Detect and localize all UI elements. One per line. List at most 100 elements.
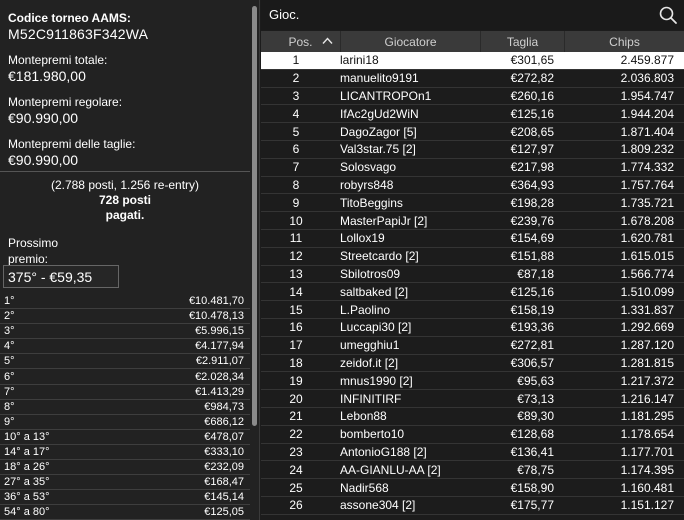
cell-position: 3	[292, 88, 300, 103]
table-row[interactable]: 20 INFINITIRF €73,13 1.216.147	[261, 390, 684, 408]
table-row[interactable]: 15 L.Paolino €158,19 1.331.837	[261, 301, 684, 319]
column-header-player[interactable]: Giocatore	[341, 31, 481, 52]
column-header-bounty[interactable]: Taglia	[481, 31, 565, 52]
table-row[interactable]: 23 AntonioG188 [2] €136,41 1.177.701	[261, 444, 684, 462]
prize-amount: €168,47	[204, 476, 244, 489]
cell-bounty: €136,41	[510, 444, 554, 459]
cell-position: 6	[292, 142, 300, 157]
prize-place: 14° a 17°	[4, 445, 50, 458]
cell-bounty: €78,75	[517, 462, 554, 477]
table-row[interactable]: 18 zeidof.it [2] €306,57 1.281.815	[261, 355, 684, 373]
table-row[interactable]: 17 umegghiu1 €272,81 1.287.120	[261, 337, 684, 355]
table-row[interactable]: 4 IfAc2gUd2WiN €125,16 1.944.204	[261, 105, 684, 124]
cell-bounty: €208,65	[510, 124, 554, 139]
table-row[interactable]: 6 Val3star.75 [2] €127,97 1.809.232	[261, 141, 684, 159]
cell-bounty: €239,76	[510, 213, 554, 228]
bounty-prize-label: Montepremi delle taglie:	[8, 137, 136, 151]
cell-player: TitoBeggins	[340, 195, 403, 210]
table-row[interactable]: 5 DagoZagor [5] €208,65 1.871.404	[261, 123, 684, 141]
table-row[interactable]: 12 Streetcardo [2] €151,88 1.615.015	[261, 248, 684, 266]
cell-player: robyrs848	[340, 177, 394, 192]
table-row[interactable]: 26 assone304 [2] €175,77 1.151.127	[261, 497, 684, 515]
cell-position: 8	[292, 177, 300, 192]
cell-player: Val3star.75 [2]	[340, 142, 416, 157]
search-icon[interactable]	[658, 5, 678, 25]
cell-bounty: €128,68	[510, 427, 554, 442]
cell-position: 11	[289, 231, 303, 246]
column-header-chips[interactable]: Chips	[565, 31, 684, 52]
cell-position: 19	[289, 373, 303, 388]
prize-place: 10° a 13°	[4, 430, 50, 443]
table-row[interactable]: 11 Lollox19 €154,69 1.620.781	[261, 230, 684, 248]
table-row[interactable]: 2 manuelito9191 €272,82 2.036.803	[261, 70, 684, 88]
cell-chips: 1.281.815	[620, 355, 674, 370]
cell-player: zeidof.it [2]	[340, 355, 399, 370]
cell-chips: 1.871.404	[620, 124, 674, 139]
table-row[interactable]: 1 larini18 €301,65 2.459.877	[261, 52, 684, 70]
table-row[interactable]: 24 AA-GIANLU-AA [2] €78,75 1.174.395	[261, 461, 684, 480]
table-row[interactable]: 13 Sbilotros09 €87,18 1.566.774	[261, 266, 684, 284]
cell-position: 25	[289, 480, 303, 495]
prize-amount: €4.177,94	[195, 340, 244, 353]
table-row[interactable]: 16 Luccapi30 [2] €193,36 1.292.669	[261, 319, 684, 337]
cell-player: umegghiu1	[340, 338, 400, 353]
bounty-prize-value: €90.990,00	[8, 152, 79, 168]
cell-chips: 1.216.147	[620, 391, 674, 406]
cell-bounty: €175,77	[510, 498, 554, 513]
prize-row: 54° a 80° €125,05	[0, 505, 250, 520]
cell-bounty: €89,30	[517, 409, 554, 424]
table-row[interactable]: 22 bomberto10 €128,68 1.178.654	[261, 426, 684, 444]
cell-chips: 1.615.015	[620, 249, 674, 264]
table-row[interactable]: 14 saltbaked [2] €125,16 1.510.099	[261, 283, 684, 302]
table-row[interactable]: 7 Solosvago €217,98 1.774.332	[261, 159, 684, 177]
cell-chips: 1.735.721	[620, 195, 674, 210]
prize-amount: €10.481,70	[188, 295, 244, 308]
cell-chips: 2.459.877	[620, 53, 674, 68]
cell-bounty: €87,18	[517, 266, 554, 281]
players-table-header: Pos. Giocatore Taglia Chips	[261, 31, 684, 52]
prize-place: 36° a 53°	[4, 491, 50, 504]
tab-players[interactable]: Gioc.	[269, 7, 299, 22]
table-row[interactable]: 19 mnus1990 [2] €95,63 1.217.372	[261, 372, 684, 391]
cell-bounty: €154,69	[510, 231, 554, 246]
cell-bounty: €364,93	[510, 177, 554, 192]
cell-bounty: €272,82	[510, 71, 554, 86]
column-header-pos[interactable]: Pos.	[261, 31, 341, 52]
cell-chips: 1.566.774	[620, 266, 674, 281]
cell-chips: 1.331.837	[620, 302, 674, 317]
cell-position: 26	[289, 498, 303, 513]
cell-bounty: €306,57	[510, 355, 554, 370]
tournament-code-label: Codice torneo AAMS:	[8, 11, 131, 25]
cell-chips: 1.620.781	[620, 231, 674, 246]
chevron-up-icon[interactable]	[322, 36, 333, 46]
prize-row: 27° a 35° €168,47	[0, 475, 250, 491]
cell-position: 7	[292, 160, 300, 175]
prize-row: 3° €5.996,15	[0, 324, 250, 340]
cell-bounty: €301,65	[510, 53, 554, 68]
prize-amount: €1.413,29	[195, 385, 244, 398]
prize-amount: €2.028,34	[195, 370, 244, 383]
prize-place: 3°	[4, 325, 15, 338]
regular-prize-label: Montepremi regolare:	[8, 95, 123, 109]
table-row[interactable]: 25 Nadir568 €158,90 1.160.481	[261, 479, 684, 497]
cell-chips: 1.151.127	[620, 498, 674, 513]
cell-position: 9	[292, 195, 300, 210]
table-row[interactable]: 21 Lebon88 €89,30 1.181.295	[261, 408, 684, 426]
table-row[interactable]: 8 robyrs848 €364,93 1.757.764	[261, 177, 684, 195]
prize-amount: €10.478,13	[188, 310, 244, 323]
table-row[interactable]: 9 TitoBeggins €198,28 1.735.721	[261, 194, 684, 213]
next-prize-value: 375° - €59,35	[3, 265, 119, 288]
table-row[interactable]: 10 MasterPapiJr [2] €239,76 1.678.208	[261, 212, 684, 230]
scrollbar[interactable]	[252, 6, 257, 426]
table-row[interactable]: 3 LICANTROPOn1 €260,16 1.954.747	[261, 88, 684, 106]
cell-position: 14	[289, 284, 303, 299]
total-prize-label: Montepremi totale:	[8, 53, 108, 67]
cell-player: IfAc2gUd2WiN	[340, 106, 419, 121]
cell-chips: 2.036.803	[620, 71, 674, 86]
cell-bounty: €198,28	[510, 195, 554, 210]
cell-player: larini18	[340, 53, 379, 68]
cell-position: 20	[289, 391, 303, 406]
prize-row: 10° a 13° €478,07	[0, 430, 250, 445]
paid-places-count: 728 posti	[98, 193, 152, 207]
cell-chips: 1.217.372	[620, 373, 674, 388]
